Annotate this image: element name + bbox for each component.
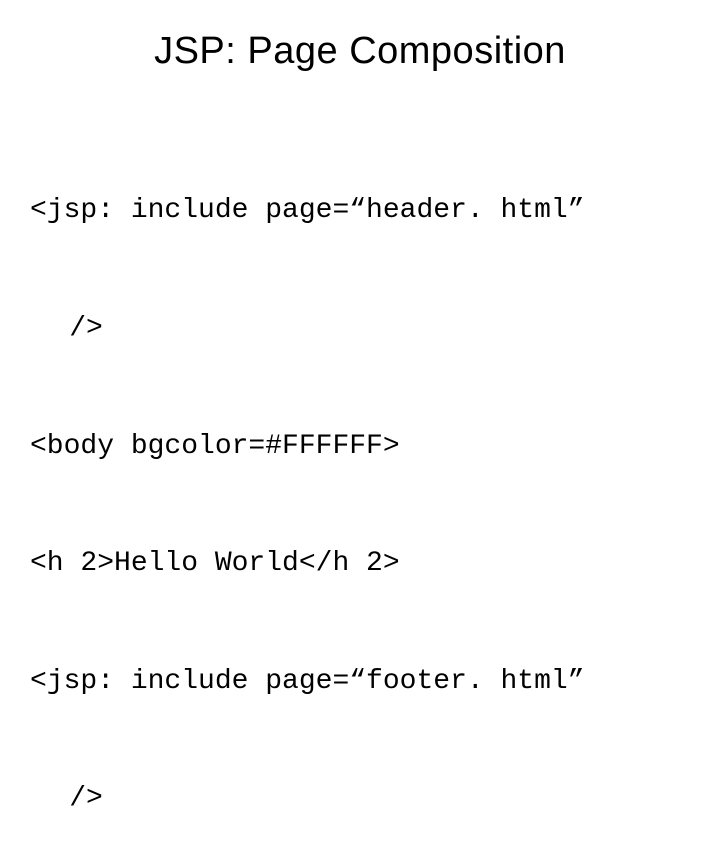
code-line-4a: <jsp: include page=“footer. html” <box>30 662 690 701</box>
code-block: <jsp: include page=“header. html” /> <bo… <box>30 113 690 858</box>
code-line-1b: /> <box>30 309 690 348</box>
code-line-3: <h 2>Hello World</h 2> <box>30 544 690 583</box>
slide-title: JSP: Page Composition <box>30 30 690 73</box>
code-line-4b: /> <box>30 779 690 818</box>
code-line-1a: <jsp: include page=“header. html” <box>30 191 690 230</box>
code-line-2: <body bgcolor=#FFFFFF> <box>30 427 690 466</box>
